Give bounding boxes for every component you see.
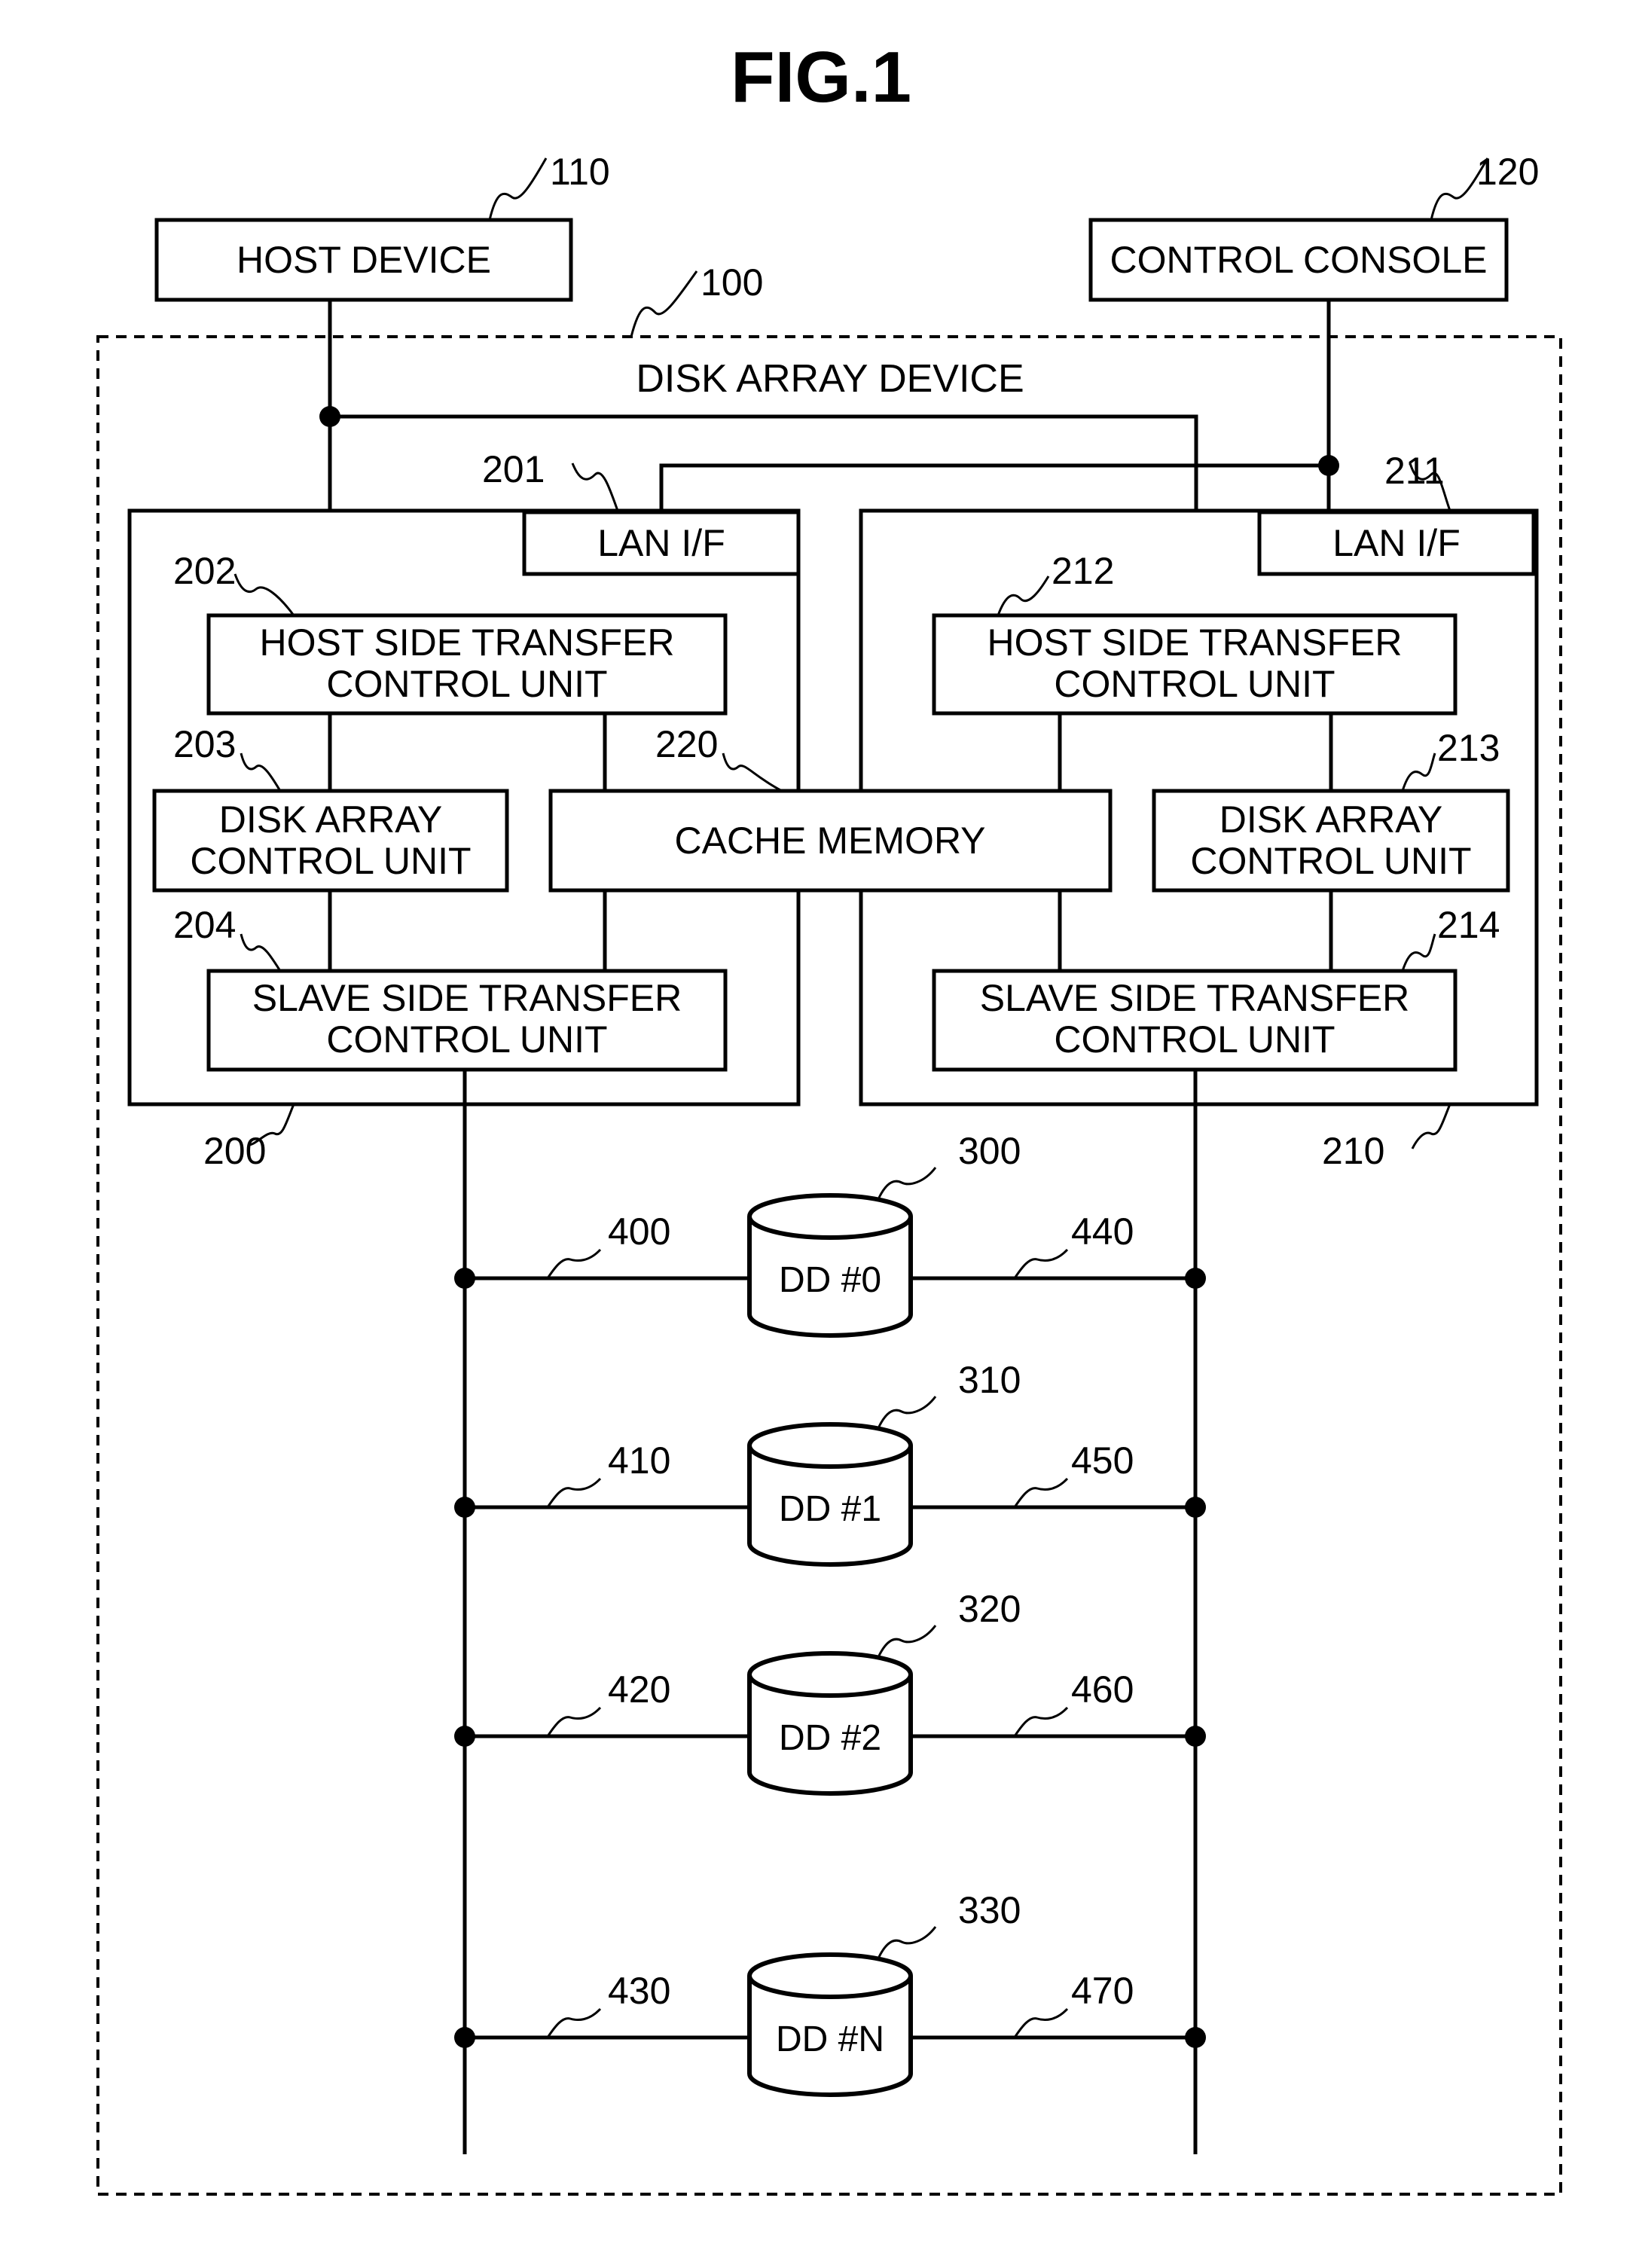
slave-side-204-line2: CONTROL UNIT <box>326 1018 607 1061</box>
leader-430 <box>546 2007 602 2038</box>
disk-label: DD #1 <box>779 1489 881 1529</box>
lan-if-201-label: LAN I/F <box>597 522 725 564</box>
path-ref: 460 <box>1071 1668 1134 1711</box>
junction-dot <box>1185 1268 1206 1289</box>
leader-300 <box>878 1167 937 1198</box>
path-ref: 430 <box>608 1970 670 2012</box>
slave-side-214-line2: CONTROL UNIT <box>1054 1018 1335 1061</box>
console-branch-line <box>659 463 1329 512</box>
lan-if-211-label: LAN I/F <box>1332 522 1460 564</box>
junction-dot <box>1185 1497 1206 1518</box>
ref-204: 204 <box>173 904 236 946</box>
junction-dot <box>454 1497 475 1518</box>
ref-202: 202 <box>173 550 236 592</box>
control-console-label: CONTROL CONSOLE <box>1110 239 1487 281</box>
junction-dot <box>454 2027 475 2048</box>
disk-array-203-line2: CONTROL UNIT <box>190 840 471 882</box>
leader-440 <box>1013 1248 1069 1279</box>
disk-array-203-line1: DISK ARRAY <box>219 798 442 841</box>
junction-dot <box>454 1268 475 1289</box>
leader-400 <box>546 1248 602 1279</box>
junction-dot <box>1185 2027 1206 2048</box>
disk-ref: 320 <box>958 1588 1021 1630</box>
disk-top <box>747 1952 913 1999</box>
leader-310 <box>878 1396 937 1427</box>
ref-203: 203 <box>173 723 236 765</box>
host-side-212-line2: CONTROL UNIT <box>1054 663 1335 705</box>
leader-450 <box>1013 1477 1069 1508</box>
path-ref: 400 <box>608 1210 670 1253</box>
disk-top <box>747 1651 913 1698</box>
host-side-202-line2: CONTROL UNIT <box>326 663 607 705</box>
path-ref: 440 <box>1071 1210 1134 1253</box>
ref-120: 120 <box>1476 151 1539 193</box>
cache-memory-label: CACHE MEMORY <box>674 820 985 862</box>
ref-200: 200 <box>203 1130 266 1172</box>
disk-array-213-line2: CONTROL UNIT <box>1190 840 1471 882</box>
junction-dot <box>1185 1726 1206 1747</box>
ref-220: 220 <box>655 723 718 765</box>
ref-201: 201 <box>482 448 545 490</box>
disk-top <box>747 1193 913 1240</box>
ref-100: 100 <box>701 261 763 304</box>
disk-label: DD #2 <box>779 1718 881 1758</box>
disk-rows: DD #0 300 400 440 DD #1 310 410 450 DD #2 320 420 4… <box>454 1130 1206 2097</box>
ref-213: 213 <box>1437 727 1500 769</box>
disk-label: DD #0 <box>779 1260 881 1300</box>
ref-214: 214 <box>1437 904 1500 946</box>
path-ref: 420 <box>608 1668 670 1711</box>
leader-420 <box>546 1706 602 1737</box>
disk-array-213-line1: DISK ARRAY <box>1219 798 1442 841</box>
ref-211: 211 <box>1384 450 1445 492</box>
ref-210: 210 <box>1322 1130 1384 1172</box>
ref-110: 110 <box>550 151 610 193</box>
host-side-212-line1: HOST SIDE TRANSFER <box>987 621 1402 664</box>
slave-side-204-line1: SLAVE SIDE TRANSFER <box>252 977 682 1019</box>
path-ref: 450 <box>1071 1439 1134 1482</box>
figure-title: FIG.1 <box>731 37 911 118</box>
leader-410 <box>546 1477 602 1508</box>
leader-470 <box>1013 2007 1069 2038</box>
host-device-label: HOST DEVICE <box>237 239 491 281</box>
junction-dot <box>454 1726 475 1747</box>
leader-210 <box>1411 1103 1451 1149</box>
host-side-202-line1: HOST SIDE TRANSFER <box>259 621 674 664</box>
disk-label: DD #N <box>776 2019 884 2059</box>
disk-array-device-label: DISK ARRAY DEVICE <box>636 357 1024 401</box>
disk-ref: 310 <box>958 1359 1021 1401</box>
leader-330 <box>878 1926 937 1958</box>
path-ref: 410 <box>608 1439 670 1482</box>
leader-201 <box>571 462 619 511</box>
leader-460 <box>1013 1706 1069 1737</box>
leader-320 <box>878 1625 937 1656</box>
path-ref: 470 <box>1071 1970 1134 2012</box>
slave-side-214-line1: SLAVE SIDE TRANSFER <box>980 977 1410 1019</box>
disk-ref: 300 <box>958 1130 1021 1172</box>
disk-array-diagram: FIG.1 DISK ARRAY DEVICE 100 HOST DEVICE … <box>96 37 1562 2196</box>
leader-110 <box>488 157 548 221</box>
disk-top <box>747 1422 913 1469</box>
leader-100 <box>630 270 698 337</box>
ref-212: 212 <box>1052 550 1114 592</box>
disk-ref: 330 <box>958 1889 1021 1931</box>
